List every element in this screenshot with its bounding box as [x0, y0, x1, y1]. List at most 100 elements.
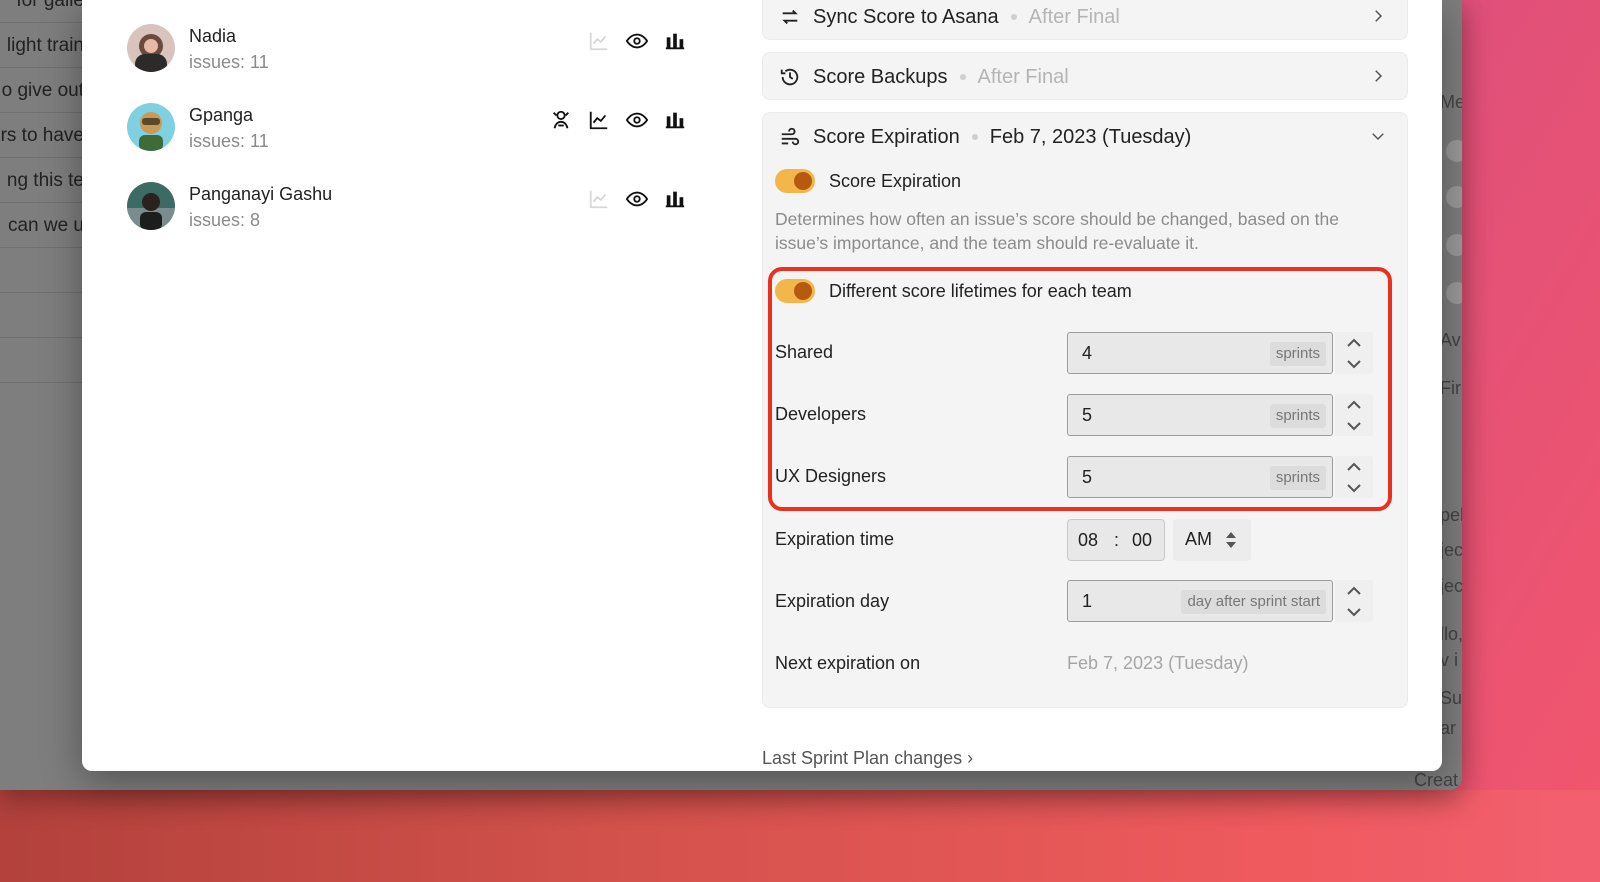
background-text: jec: [1440, 540, 1462, 560]
sync-score-section[interactable]: Sync Score to Asana After Final: [762, 0, 1408, 40]
chevron-down-icon[interactable]: [1347, 359, 1361, 369]
chevron-right-icon[interactable]: [1369, 7, 1387, 25]
member-name: Panganayi Gashu: [189, 184, 333, 204]
ux-designers-stepper[interactable]: [1335, 456, 1373, 498]
background-line: rs to have: [0, 113, 90, 158]
desktop-wallpaper: [0, 790, 1600, 882]
score-expiration-header[interactable]: Score Expiration Feb 7, 2023 (Tuesday): [779, 113, 1191, 161]
eye-icon[interactable]: [625, 29, 649, 53]
bar-chart-icon[interactable]: [663, 187, 687, 211]
ampm-value: AM: [1185, 529, 1212, 549]
team-name-developers: Developers: [775, 404, 867, 424]
chevron-up-icon[interactable]: [1347, 338, 1361, 348]
member-name: Gpanga: [189, 105, 254, 125]
score-backups-section[interactable]: Score Backups After Final: [762, 52, 1408, 100]
score-expiration-toggle[interactable]: [775, 169, 815, 193]
field-unit: sprints: [1269, 466, 1326, 490]
bar-chart-icon[interactable]: [663, 108, 687, 132]
chevron-right-icon: ›: [967, 748, 974, 768]
developers-stepper[interactable]: [1335, 394, 1373, 436]
background-line: [0, 338, 90, 383]
history-icon: [779, 66, 801, 88]
next-expiration-value: Feb 7, 2023 (Tuesday): [1067, 653, 1249, 673]
eye-icon[interactable]: [625, 108, 649, 132]
separator-dot: [971, 134, 978, 140]
member-row[interactable]: Gpanga issues: 11: [127, 103, 687, 163]
background-text: v i: [1440, 650, 1458, 670]
section-title: Score Expiration: [813, 125, 960, 148]
developers-sprints-input[interactable]: 5 sprints: [1067, 394, 1333, 436]
bar-chart-icon[interactable]: [663, 29, 687, 53]
shared-sprints-input[interactable]: 4 sprints: [1067, 332, 1333, 374]
chevron-down-icon[interactable]: [1347, 421, 1361, 431]
wind-icon: [779, 126, 801, 148]
section-title: Score Backups: [813, 65, 948, 88]
eye-icon[interactable]: [625, 187, 649, 211]
chevron-up-icon[interactable]: [1347, 586, 1361, 596]
time-separator: :: [1114, 530, 1120, 550]
expiration-day-input[interactable]: 1 day after sprint start: [1067, 580, 1333, 622]
shared-stepper[interactable]: [1335, 332, 1373, 374]
chart-line-icon[interactable]: [587, 29, 611, 53]
background-text: Su: [1440, 688, 1462, 708]
field-value: 5: [1082, 405, 1093, 425]
team-settings-modal: Nadia issues: 11 Gpanga issues: 11 Panga…: [82, 0, 1442, 771]
expiration-day-label: Expiration day: [775, 591, 890, 611]
field-value: 5: [1082, 467, 1093, 487]
team-lifetimes-toggle-label: Different score lifetimes for each team: [829, 281, 1132, 301]
chart-line-icon[interactable]: [587, 108, 611, 132]
background-line: light train: [0, 23, 90, 68]
chevron-down-icon[interactable]: [1347, 607, 1361, 617]
background-avatar: [1446, 234, 1462, 256]
background-line: ng this te: [0, 158, 90, 203]
section-title: Sync Score to Asana: [813, 5, 999, 28]
expiration-time-label: Expiration time: [775, 529, 895, 549]
last-sprint-plan-link[interactable]: Last Sprint Plan changes ›: [762, 748, 973, 769]
section-status: After Final: [977, 65, 1069, 88]
hand-icon[interactable]: [549, 108, 573, 132]
chevron-right-icon[interactable]: [1369, 67, 1387, 85]
hour-value[interactable]: 08: [1078, 530, 1098, 551]
expiration-time-input[interactable]: 08 : 00: [1067, 519, 1165, 561]
score-expiration-toggle-label: Score Expiration: [829, 171, 962, 191]
member-row[interactable]: Panganayi Gashu issues: 8: [127, 182, 687, 242]
member-row[interactable]: Nadia issues: 11: [127, 24, 687, 84]
chevron-down-icon[interactable]: [1369, 127, 1387, 145]
field-unit: sprints: [1269, 404, 1326, 428]
updown-arrows-icon: [1226, 532, 1236, 548]
section-value: Feb 7, 2023 (Tuesday): [989, 125, 1192, 148]
separator-dot: [1010, 14, 1017, 20]
background-text: pel: [1440, 505, 1462, 525]
ampm-select[interactable]: AM: [1173, 519, 1251, 561]
background-text: jec: [1440, 576, 1462, 596]
field-value: 4: [1082, 343, 1093, 363]
avatar: [127, 24, 175, 72]
field-unit: day after sprint start: [1181, 590, 1326, 614]
background-line: o give out: [0, 68, 90, 113]
chevron-up-icon[interactable]: [1347, 462, 1361, 472]
member-issue-count: issues: 8: [189, 210, 261, 230]
team-lifetimes-toggle[interactable]: [775, 279, 815, 303]
background-avatar: [1446, 186, 1462, 208]
ux-designers-sprints-input[interactable]: 5 sprints: [1067, 456, 1333, 498]
minute-value[interactable]: 00: [1132, 530, 1152, 551]
background-text: Fir: [1440, 378, 1461, 398]
member-issue-count: issues: 11: [189, 131, 269, 151]
field-value: 1: [1082, 591, 1093, 611]
background-text: Av: [1440, 330, 1461, 350]
member-issue-count: issues: 11: [189, 52, 269, 72]
avatar: [127, 103, 175, 151]
avatar: [127, 182, 175, 230]
expiration-day-stepper[interactable]: [1335, 580, 1373, 622]
swap-arrows-icon: [779, 6, 801, 28]
background-sidebar: Me Av Fir pel jec jec llo, v i Su ar Cre…: [1414, 0, 1462, 790]
background-text: Creat: [1414, 770, 1459, 790]
chevron-up-icon[interactable]: [1347, 400, 1361, 410]
chevron-down-icon[interactable]: [1347, 483, 1361, 493]
team-name-shared: Shared: [775, 342, 834, 362]
member-name: Nadia: [189, 26, 237, 46]
background-text: llo,: [1440, 624, 1462, 644]
chart-line-icon[interactable]: [587, 187, 611, 211]
background-line: can we u: [0, 203, 90, 248]
section-status: After Final: [1028, 5, 1120, 28]
